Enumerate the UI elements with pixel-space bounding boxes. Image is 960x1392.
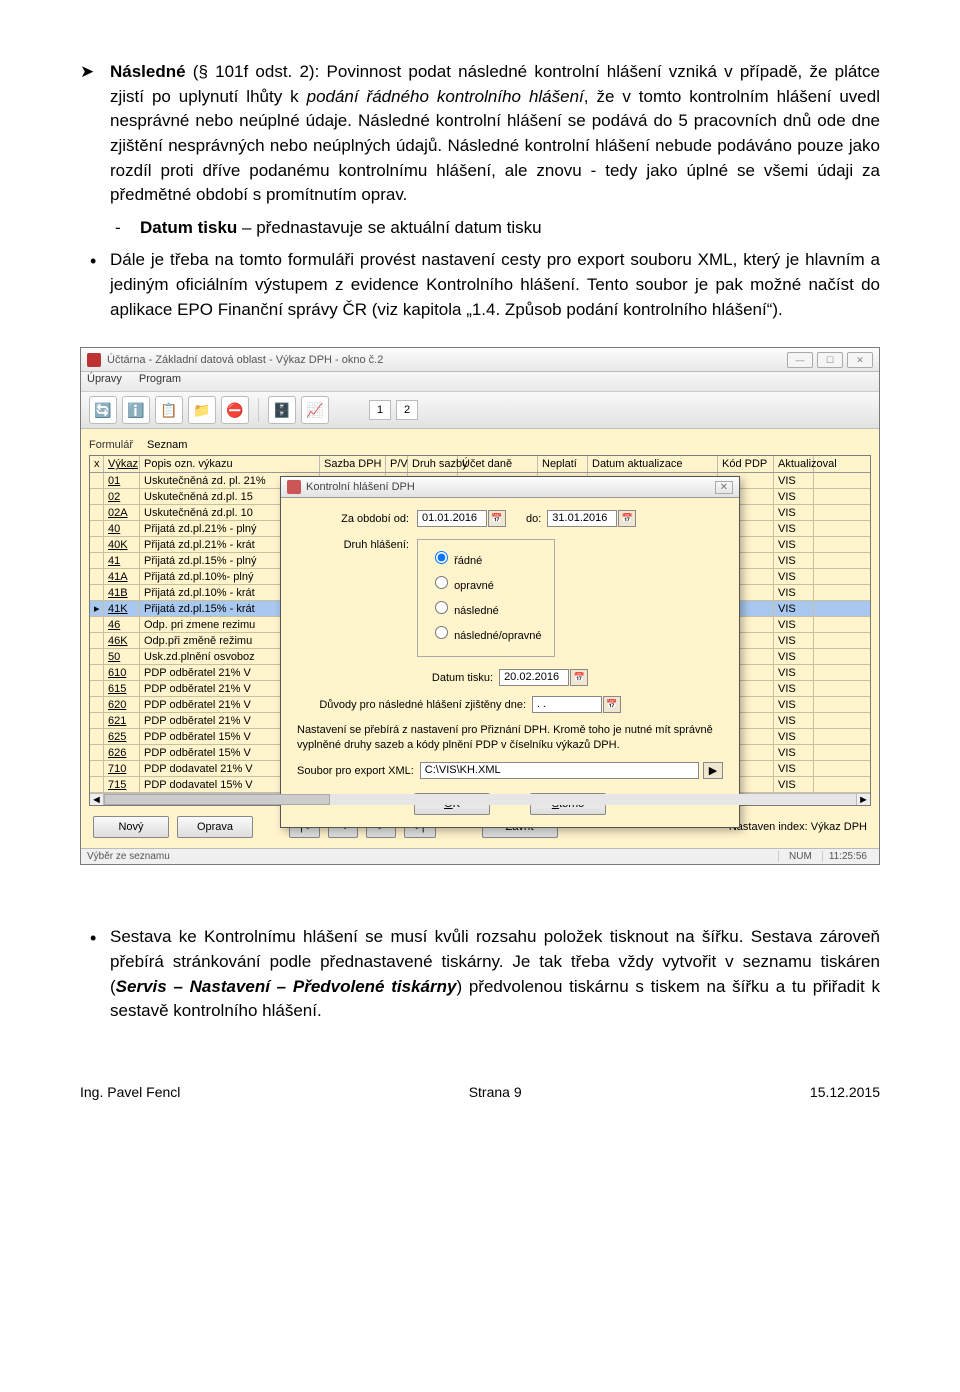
grid-header: x Výkaz Popis ozn. výkazu Sazba DPH P/V … bbox=[90, 456, 870, 473]
modal-title-text: Kontrolní hlášení DPH bbox=[306, 481, 715, 493]
tab-seznam[interactable]: Seznam bbox=[147, 439, 187, 451]
label-xml: Soubor pro export XML: bbox=[297, 765, 420, 777]
tool-info-icon[interactable]: ℹ️ bbox=[122, 396, 150, 424]
status-left: Výběr ze seznamu bbox=[87, 851, 170, 862]
footer-date: 15.12.2015 bbox=[810, 1084, 880, 1100]
tool-copy-icon[interactable]: 📋 bbox=[155, 396, 183, 424]
oprava-button[interactable]: Oprava bbox=[177, 816, 253, 838]
data-grid[interactable]: x Výkaz Popis ozn. výkazu Sazba DPH P/V … bbox=[89, 455, 871, 806]
tool-data-icon[interactable]: 🗄️ bbox=[268, 396, 296, 424]
page-footer: Ing. Pavel Fencl Strana 9 15.12.2015 bbox=[80, 1084, 880, 1100]
modal-icon bbox=[287, 480, 301, 494]
win-switch-1[interactable]: 1 bbox=[369, 400, 391, 420]
win-switch-2[interactable]: 2 bbox=[396, 400, 418, 420]
maximize-button[interactable]: ☐ bbox=[817, 352, 843, 368]
tool-stop-icon[interactable]: ⛔ bbox=[221, 396, 249, 424]
input-do[interactable]: 31.01.2016 bbox=[547, 510, 617, 527]
label-druh: Druh hlášení: bbox=[297, 539, 417, 551]
label-duvody: Důvody pro následné hlášení zjištěny dne… bbox=[297, 699, 532, 711]
footer-page: Strana 9 bbox=[469, 1084, 522, 1100]
calendar-icon[interactable]: 📅 bbox=[488, 510, 506, 527]
tab-formular[interactable]: Formulář bbox=[89, 439, 133, 451]
minimize-button[interactable]: — bbox=[787, 352, 813, 368]
modal-close-button[interactable]: ✕ bbox=[715, 481, 733, 494]
para-sestava: Sestava ke Kontrolnímu hlášení se musí k… bbox=[80, 925, 880, 1024]
radio-opravne[interactable]: opravné bbox=[430, 573, 542, 592]
menu-upravy[interactable]: Úpravy bbox=[87, 373, 122, 385]
footer-author: Ing. Pavel Fencl bbox=[80, 1084, 180, 1100]
para-datum-tisku: Datum tisku – přednastavuje se aktuální … bbox=[80, 216, 880, 241]
tool-refresh-icon[interactable]: 🔄 bbox=[89, 396, 117, 424]
radio-radne[interactable]: řádné bbox=[430, 548, 542, 567]
modal-kontrolni-hlaseni: Kontrolní hlášení DPH ✕ Za období od: 01… bbox=[280, 476, 740, 828]
calendar-icon[interactable]: 📅 bbox=[570, 669, 588, 686]
horizontal-scrollbar[interactable]: ◄ ► bbox=[90, 793, 870, 805]
modal-info-text: Nastavení se přebírá z nastavení pro Při… bbox=[297, 723, 723, 752]
statusbar: Výběr ze seznamu NUM 11:25:56 bbox=[81, 848, 879, 864]
close-button[interactable]: ✕ bbox=[847, 352, 873, 368]
para-xml: Dále je třeba na tomto formuláři provést… bbox=[80, 248, 880, 322]
titlebar: Účtárna - Základní datová oblast - Výkaz… bbox=[81, 348, 879, 372]
input-duvody[interactable]: . . bbox=[532, 696, 602, 713]
label-od: Za období od: bbox=[297, 513, 417, 525]
toolbar: 🔄 ℹ️ 📋 📁 ⛔ 🗄️ 📈 1 2 bbox=[81, 392, 879, 429]
app-icon bbox=[87, 353, 101, 367]
calendar-icon[interactable]: 📅 bbox=[603, 696, 621, 713]
index-label: Nastaven index: Výkaz DPH bbox=[729, 821, 867, 833]
tool-chart-icon[interactable]: 📈 bbox=[301, 396, 329, 424]
input-od[interactable]: 01.01.2016 bbox=[417, 510, 487, 527]
status-time: 11:25:56 bbox=[822, 851, 873, 862]
menubar: Úpravy Program bbox=[81, 372, 879, 392]
radio-nasledne[interactable]: následné bbox=[430, 598, 542, 617]
app-window: Účtárna - Základní datová oblast - Výkaz… bbox=[80, 347, 880, 865]
novy-button[interactable]: Nový bbox=[93, 816, 169, 838]
tool-open-icon[interactable]: 📁 bbox=[188, 396, 216, 424]
window-title: Účtárna - Základní datová oblast - Výkaz… bbox=[107, 354, 787, 366]
para-nasledne: Následné (§ 101f odst. 2): Povinnost pod… bbox=[80, 60, 880, 208]
label-tisk: Datum tisku: bbox=[432, 672, 499, 684]
radio-nasledne-opravne[interactable]: následné/opravné bbox=[430, 623, 542, 642]
input-xml[interactable]: C:\VIS\KH.XML bbox=[420, 762, 699, 779]
calendar-icon[interactable]: 📅 bbox=[618, 510, 636, 527]
radio-group-druh: řádné opravné následné následné/opravné bbox=[417, 539, 555, 657]
browse-button[interactable]: ▶ bbox=[703, 762, 723, 779]
label-do: do: bbox=[526, 513, 541, 525]
input-tisk[interactable]: 20.02.2016 bbox=[499, 669, 569, 686]
status-num: NUM bbox=[778, 851, 822, 862]
menu-program[interactable]: Program bbox=[139, 373, 181, 385]
